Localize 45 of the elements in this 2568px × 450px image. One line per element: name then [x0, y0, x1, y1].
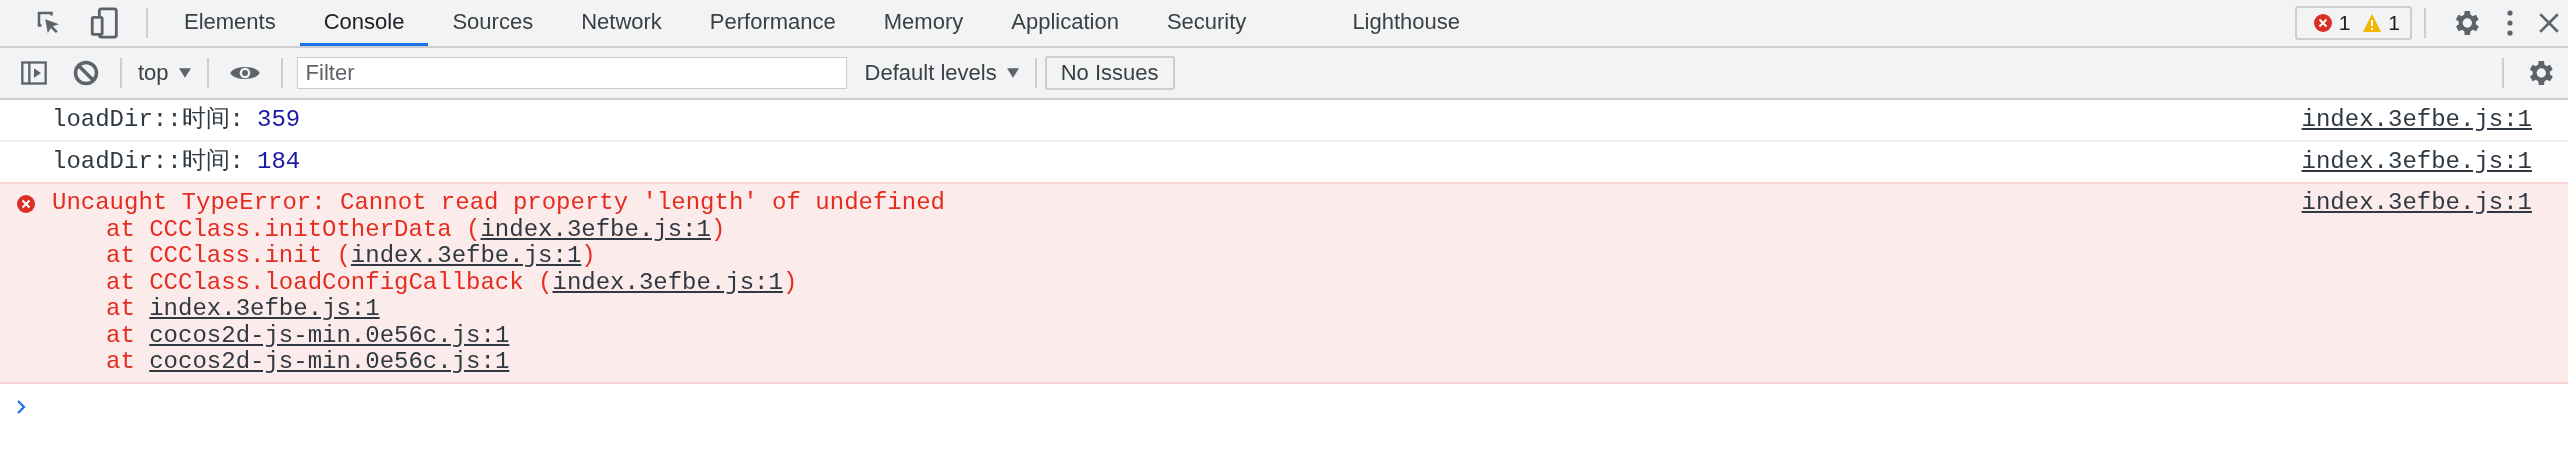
menu-icon[interactable] [2506, 9, 2514, 37]
panel-tab[interactable]: Sources [428, 0, 558, 46]
issue-counter[interactable]: 1 1 [2294, 6, 2412, 40]
panel-tab[interactable]: Security [1142, 0, 1271, 46]
stack-link[interactable]: cocos2d-js-min.0e56c.js:1 [149, 348, 510, 375]
panel-tab[interactable]: Lighthouse [1328, 0, 1485, 46]
prompt-chevron-icon[interactable] [16, 399, 26, 414]
stack-link[interactable]: index.3efbe.js:1 [149, 295, 380, 322]
log-value: 359 [257, 106, 301, 134]
panel-tab[interactable]: Memory [859, 0, 988, 46]
error-count: 1 [2338, 11, 2351, 35]
caret-icon [1006, 68, 1019, 78]
error-message: Uncaught TypeError: Cannot read property 'length' of undefined [52, 189, 945, 216]
stack-frame: at index.3efbe.js:1 [106, 295, 380, 322]
source-link[interactable]: index.3efbe.js:1 [2301, 148, 2532, 176]
panel-tab[interactable]: Network [557, 0, 686, 46]
error-icon [16, 194, 36, 214]
levels-dropdown[interactable]: Default levels [856, 60, 1027, 86]
filter-field[interactable]: Filter [296, 57, 847, 89]
panel-tab[interactable]: Elements [160, 0, 300, 46]
context-dropdown[interactable]: top [130, 60, 199, 86]
stack-link[interactable]: index.3efbe.js:1 [552, 268, 783, 296]
error-icon [2312, 13, 2333, 33]
log-text: loadDir::时间: [52, 148, 245, 176]
source-link[interactable]: index.3efbe.js:1 [2301, 106, 2532, 134]
warning-icon [2362, 13, 2383, 33]
source-link[interactable]: index.3efbe.js:1 [2301, 190, 2532, 217]
stack-frame: at CCClass.initOtherData (index.3efbe.js:1) [106, 215, 726, 243]
panel-tab[interactable]: Performance [685, 0, 860, 46]
close-icon[interactable] [2538, 12, 2560, 34]
warning-count: 1 [2388, 11, 2400, 35]
stack-frame: at cocos2d-js-min.0e56c.js:1 [106, 348, 510, 375]
stack-link[interactable]: index.3efbe.js:1 [480, 215, 711, 243]
stack-link[interactable]: cocos2d-js-min.0e56c.js:1 [149, 321, 510, 349]
stack-frame: at CCClass.loadConfigCallback (index.3efbe.js:1) [106, 268, 798, 296]
log-value: 184 [257, 148, 301, 176]
log-text: loadDir::时间: [52, 106, 245, 134]
issues-button[interactable]: No Issues [1044, 56, 1175, 90]
panel-tab[interactable]: Application [987, 0, 1143, 46]
stack-frame: at CCClass.init (index.3efbe.js:1) [106, 242, 596, 269]
clear-icon[interactable] [72, 59, 100, 87]
caret-icon [178, 68, 191, 78]
stack-link[interactable]: index.3efbe.js:1 [350, 242, 582, 269]
sidebar-toggle-icon[interactable] [20, 59, 48, 87]
stack-frame: at cocos2d-js-min.0e56c.js:1 [106, 321, 510, 349]
